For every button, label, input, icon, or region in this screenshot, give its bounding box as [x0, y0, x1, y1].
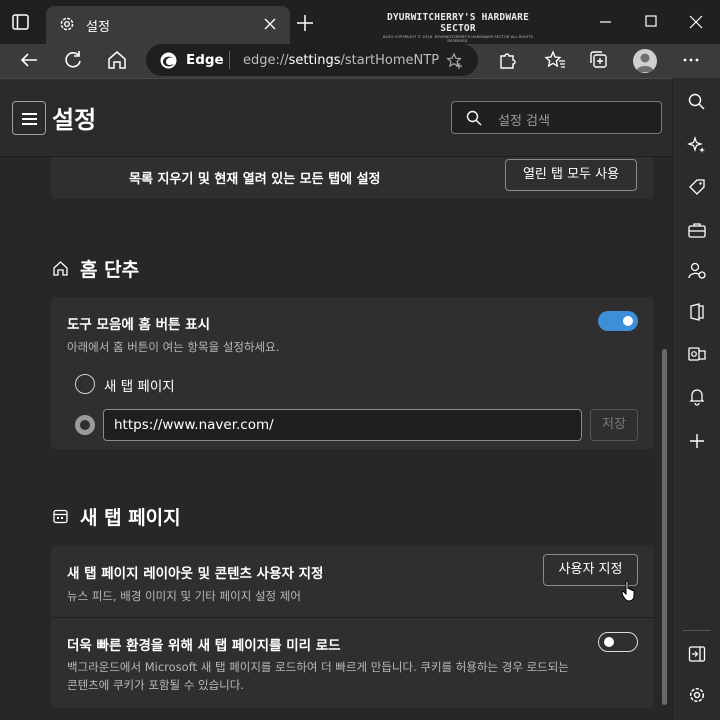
- search-placeholder: 설정 검색: [498, 114, 550, 129]
- add-favorite-icon[interactable]: [446, 52, 464, 70]
- watermark-title: DYURWITCHERRY'S HARDWARE SECTOR: [386, 12, 530, 34]
- new-tab-icon[interactable]: [296, 14, 314, 32]
- url-text[interactable]: edge://settings/startHomeNTP: [243, 53, 439, 68]
- edge-sidebar: [672, 78, 720, 720]
- watermark: DYURWITCHERRY'S HARDWARE SECTOR BLOG COP…: [378, 12, 538, 43]
- radio-new-tab-label: 새 탭 페이지: [104, 379, 175, 395]
- home-url-input[interactable]: https://www.naver.com/: [103, 409, 582, 441]
- settings-content: 설정 설정 검색 목록 지우기 및 현재 열려 있는 모든 탭에 설정 열린 탭…: [0, 78, 672, 720]
- show-home-desc: 아래에서 홈 버튼이 여는 항목을 설정하세요.: [67, 340, 280, 354]
- new-tab-section-title: 새 탭 페이지: [80, 507, 181, 529]
- show-home-toggle[interactable]: [598, 311, 638, 331]
- scrollbar[interactable]: [662, 349, 667, 705]
- extensions-icon[interactable]: [496, 49, 518, 71]
- hide-sidebar-icon[interactable]: [687, 644, 707, 664]
- title-bar: 설정 DYURWITCHERRY'S HARDWARE SECTOR BLOG …: [0, 0, 720, 44]
- tab-actions-icon[interactable]: [10, 12, 32, 32]
- outlook-icon[interactable]: [687, 344, 707, 364]
- shopping-tag-icon[interactable]: [687, 177, 707, 197]
- tab-title: 설정: [86, 20, 110, 35]
- preload-toggle[interactable]: [598, 632, 638, 652]
- edge-logo-icon: [160, 52, 177, 69]
- minimize-icon[interactable]: [596, 12, 616, 32]
- page-title: 설정: [52, 106, 97, 134]
- close-tab-icon[interactable]: [262, 16, 278, 32]
- new-tab-card: 새 탭 페이지 레이아웃 및 콘텐츠 사용자 지정 뉴스 피드, 배경 이미지 …: [51, 546, 654, 708]
- preload-desc-line-1: 백그라운드에서 Microsoft 새 탭 페이지를 로드하여 더 빠르게 만듭…: [67, 660, 569, 674]
- preload-title: 더욱 빠른 환경을 위해 새 탭 페이지를 미리 로드: [67, 638, 341, 654]
- customize-title: 새 탭 페이지 레이아웃 및 콘텐츠 사용자 지정: [67, 566, 324, 582]
- search-icon[interactable]: [687, 92, 707, 112]
- menu-button[interactable]: [12, 101, 46, 135]
- profile-avatar[interactable]: [633, 49, 657, 73]
- home-section-icon: [52, 260, 69, 277]
- favorites-icon[interactable]: [544, 49, 566, 71]
- radio-url[interactable]: [75, 415, 95, 435]
- gear-icon: [58, 15, 76, 33]
- save-button[interactable]: 저장: [590, 409, 638, 441]
- radio-new-tab[interactable]: [75, 374, 95, 394]
- use-all-open-tabs-button[interactable]: 열린 탭 모두 사용: [505, 159, 637, 191]
- address-bar[interactable]: Edge edge://settings/startHomeNTP: [146, 44, 478, 76]
- add-icon[interactable]: [687, 431, 707, 451]
- games-icon[interactable]: [687, 261, 707, 281]
- row-divider: [51, 617, 654, 618]
- tools-icon[interactable]: [687, 220, 707, 240]
- cursor-hand-icon: [621, 580, 637, 602]
- startup-card: 목록 지우기 및 현재 열려 있는 모든 탭에 설정 열린 탭 모두 사용: [51, 157, 654, 199]
- startup-text: 목록 지우기 및 현재 열려 있는 모든 탭에 설정: [129, 172, 381, 187]
- discover-icon[interactable]: [687, 135, 707, 155]
- address-divider: [229, 51, 230, 69]
- toolbar: Edge edge://settings/startHomeNTP: [0, 44, 720, 78]
- home-section-title: 홈 단추: [80, 259, 140, 281]
- maximize-icon[interactable]: [641, 12, 661, 32]
- office-icon[interactable]: [687, 302, 707, 322]
- sidebar-settings-icon[interactable]: [687, 685, 707, 705]
- notifications-icon[interactable]: [687, 386, 707, 406]
- watermark-subtitle: BLOG COPYRIGHT © 2018. DYURWITCHERRY'S H…: [383, 35, 533, 43]
- new-tab-section-icon: [52, 508, 69, 525]
- refresh-icon[interactable]: [62, 49, 84, 71]
- customize-desc: 뉴스 피드, 배경 이미지 및 기타 페이지 설정 제어: [67, 589, 301, 603]
- tab-settings[interactable]: 설정: [46, 6, 290, 44]
- home-icon[interactable]: [106, 49, 128, 71]
- site-label: Edge: [186, 52, 224, 68]
- collections-icon[interactable]: [588, 49, 610, 71]
- search-icon: [466, 110, 482, 126]
- sidebar-divider: [683, 630, 711, 631]
- home-button-card: 도구 모음에 홈 버튼 표시 아래에서 홈 버튼이 여는 항목을 설정하세요. …: [51, 297, 654, 449]
- more-options-icon[interactable]: [680, 49, 702, 71]
- settings-search-input[interactable]: 설정 검색: [451, 101, 662, 134]
- settings-header: 설정 설정 검색: [0, 79, 672, 157]
- show-home-title: 도구 모음에 홈 버튼 표시: [67, 317, 210, 333]
- close-window-icon[interactable]: [686, 12, 706, 32]
- back-icon[interactable]: [18, 49, 40, 71]
- preload-desc-line-2: 콘텐츠에 쿠키가 포함될 수 있습니다.: [67, 678, 244, 692]
